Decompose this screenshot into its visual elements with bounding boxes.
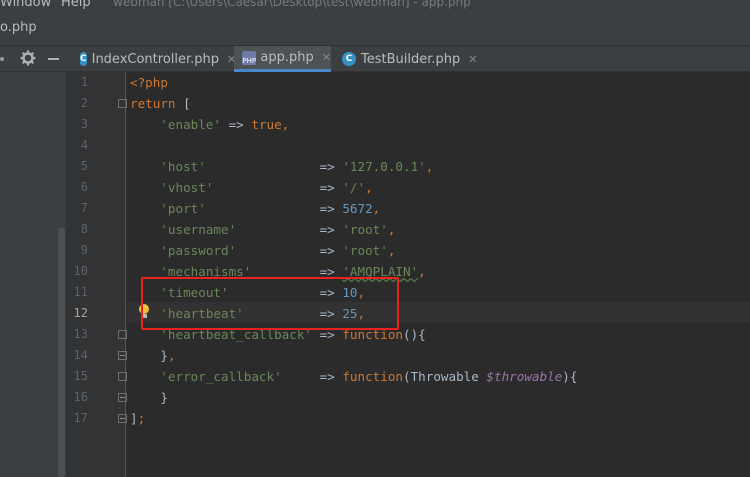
line-number: 15 xyxy=(73,369,88,383)
code-line: 'enable' => true, xyxy=(160,117,290,132)
project-toolbar xyxy=(0,46,66,72)
fold-marker-icon[interactable] xyxy=(118,372,127,381)
menu-help[interactable]: Help xyxy=(61,0,91,10)
tab-app-php[interactable]: PHP app.php ✕ xyxy=(234,46,331,72)
class-icon: C xyxy=(80,52,87,66)
line-number: 13 xyxy=(73,327,88,341)
tab-label: TestBuilder.php xyxy=(361,51,461,67)
line-number: 10 xyxy=(73,264,88,278)
line-number: 8 xyxy=(80,222,88,236)
line-number: 5 xyxy=(80,159,88,173)
project-pane xyxy=(0,72,66,477)
menu-bar: Window Help webman [C:\Users\Caesar\Desk… xyxy=(0,0,750,12)
gear-icon[interactable] xyxy=(20,50,36,66)
code-line: 'error_callback' => function(Throwable $… xyxy=(160,369,578,384)
line-number: 3 xyxy=(80,117,88,131)
code-line: 'vhost' => '/', xyxy=(160,180,373,195)
code-line: 'host' => '127.0.0.1', xyxy=(160,159,434,174)
code-line: 'password' => 'root', xyxy=(160,243,396,258)
tab-label: IndexController.php xyxy=(91,51,220,67)
project-pane-scrollbar[interactable] xyxy=(58,228,65,477)
php-file-icon: PHP xyxy=(242,50,257,65)
code-line: }, xyxy=(160,348,176,363)
menu-window[interactable]: Window xyxy=(0,0,51,10)
code-line: <?php xyxy=(130,75,168,90)
options-dot-icon[interactable] xyxy=(0,57,4,61)
line-number: 7 xyxy=(80,201,88,215)
tab-index-controller[interactable]: C IndexController.php ✕ xyxy=(76,46,236,72)
line-number: 14 xyxy=(73,348,88,362)
fold-end-icon[interactable] xyxy=(118,414,127,423)
line-number: 16 xyxy=(73,390,88,404)
fold-marker-icon[interactable] xyxy=(118,330,127,339)
tab-label: app.php xyxy=(260,50,314,65)
highlight-annotation-box xyxy=(141,277,399,330)
editor-tab-bar: C IndexController.php ✕ PHP app.php ✕ C … xyxy=(66,46,750,72)
hide-panel-icon[interactable] xyxy=(48,58,59,60)
line-number: 11 xyxy=(73,285,88,299)
code-line: 'port' => 5672, xyxy=(160,201,381,216)
window-title: webman [C:\Users\Caesar\Desktop\test\web… xyxy=(113,0,471,9)
line-number: 4 xyxy=(80,138,88,152)
class-icon: C xyxy=(342,52,356,66)
line-number-current: 12 xyxy=(73,306,88,320)
tab-test-builder[interactable]: C TestBuilder.php ✕ xyxy=(334,46,482,72)
code-line: } xyxy=(160,390,168,405)
code-line: ]; xyxy=(130,411,146,426)
line-number: 2 xyxy=(80,96,88,110)
line-number: 6 xyxy=(80,180,88,194)
fold-marker-icon[interactable] xyxy=(118,99,127,108)
close-icon[interactable]: ✕ xyxy=(468,53,477,66)
code-line: return [ xyxy=(130,96,191,111)
code-line: 'username' => 'root', xyxy=(160,222,396,237)
line-number: 1 xyxy=(80,75,88,89)
breadcrumb-file[interactable]: o.php xyxy=(0,20,37,35)
breadcrumb: o.php xyxy=(0,12,750,46)
fold-end-icon[interactable] xyxy=(118,393,127,402)
close-icon[interactable]: ✕ xyxy=(322,51,331,64)
fold-end-icon[interactable] xyxy=(118,351,127,360)
line-number: 17 xyxy=(73,411,88,425)
line-number: 9 xyxy=(80,243,88,257)
